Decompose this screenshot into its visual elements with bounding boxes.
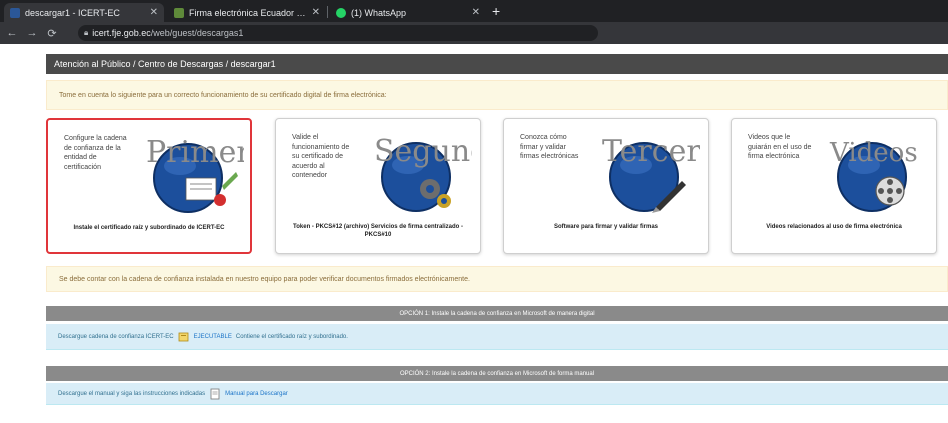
reload-icon[interactable]: ⟳ (44, 27, 60, 40)
tab-descargar1[interactable]: descargar1 - ICERT-EC ✕ (4, 3, 164, 22)
tab-firma-electronica[interactable]: Firma electrónica Ecuador Secu... ✕ (168, 3, 326, 22)
page-content: Atención al Público / Centro de Descarga… (0, 44, 948, 423)
videos-logo-icon: Videos (829, 138, 918, 212)
manual-download-link[interactable]: Manual para Descargar (225, 391, 288, 397)
address-bar[interactable]: 🔒︎ icert.fje.gob.ec /web/guest/descargas… (78, 25, 598, 41)
browser-toolbar: ← → ⟳ 🔒︎ icert.fje.gob.ec /web/guest/des… (0, 22, 948, 44)
manual-document-icon[interactable] (209, 388, 221, 400)
card-description: Configure la cadena de confianza de la e… (64, 135, 127, 171)
option-1-row: Descargue cadena de confianza ICERT-EC E… (46, 324, 948, 350)
browser-tab-bar: descargar1 - ICERT-EC ✕ Firma electrónic… (0, 0, 948, 22)
option-2-header: OPCIÓN 2: Instale la cadena de confianza… (46, 366, 948, 381)
card-label: Software para firmar y validar firmas (553, 224, 659, 230)
download-certificate-icon[interactable] (178, 331, 190, 343)
close-tab-icon[interactable]: ✕ (150, 7, 158, 18)
option-2-row: Descargue el manual y siga las instrucci… (46, 383, 948, 405)
notice-top: Tome en cuenta lo siguiente para un corr… (46, 80, 948, 110)
notice-mid: Se debe contar con la cadena de confianz… (46, 266, 948, 292)
card-primero[interactable]: Configure la cadena de confianza de la e… (46, 118, 252, 254)
site-favicon-icon (174, 7, 184, 18)
address-host: icert.fje.gob.ec (92, 28, 151, 38)
card-label: Token - PKCS#12 (archivo) Servicios de f… (293, 224, 463, 238)
tab-title: (1) WhatsApp (351, 7, 407, 18)
new-tab-button[interactable]: + (492, 3, 500, 19)
card-description: Conozca cómo firmar y validar firmas ele… (520, 134, 579, 160)
card-label: Instale el certificado raíz y subordinad… (73, 225, 225, 231)
icert-favicon-icon (10, 7, 20, 18)
logo-letter: Primer0 (146, 135, 244, 170)
forward-arrow-icon[interactable]: → (24, 27, 40, 39)
option-1-after: Contiene el certificado raíz y subordina… (235, 333, 348, 340)
logo-letter: Segund0 (374, 134, 472, 169)
whatsapp-favicon-icon (336, 7, 346, 18)
option-1-text: Descargue cadena de confianza ICERT-EC (58, 333, 174, 340)
address-path: /web/guest/descargas1 (150, 28, 244, 38)
card-description: Videos que le guiarán en el uso de firma… (748, 134, 812, 160)
option-1-header: OPCIÓN 1: Instale la cadena de confianza… (46, 306, 948, 321)
tab-whatsapp[interactable]: (1) WhatsApp ✕ (330, 3, 486, 22)
card-label: Videos relacionados al uso de firma elec… (766, 224, 902, 230)
tab-title: Firma electrónica Ecuador Secu... (189, 7, 306, 18)
option-2-text: Descargue el manual y siga las instrucci… (58, 390, 206, 397)
logo-letter: Tercer0 (602, 134, 700, 169)
tab-title: descargar1 - ICERT-EC (25, 7, 120, 18)
tab-separator (327, 6, 328, 18)
close-tab-icon[interactable]: ✕ (312, 7, 320, 18)
breadcrumb: Atención al Público / Centro de Descarga… (46, 54, 948, 74)
card-tercero[interactable]: Conozca cómo firmar y validar firmas ele… (503, 118, 709, 254)
executable-link[interactable]: EJECUTABLE (194, 334, 232, 340)
logo-letter: Videos (829, 138, 918, 168)
tercero-logo-icon: Tercer0 (602, 134, 700, 213)
lock-icon: 🔒︎ (84, 28, 89, 37)
back-arrow-icon[interactable]: ← (4, 27, 20, 39)
primero-logo-icon: Primer0 (146, 135, 244, 213)
card-segundo[interactable]: Valide el funcionamiento de su certifica… (275, 118, 481, 254)
card-description: Valide el funcionamiento de su certifica… (292, 134, 350, 179)
card-videos[interactable]: Videos que le guiarán en el uso de firma… (731, 118, 937, 254)
segundo-logo-icon: Segund0 (374, 134, 472, 212)
close-tab-icon[interactable]: ✕ (472, 7, 480, 18)
